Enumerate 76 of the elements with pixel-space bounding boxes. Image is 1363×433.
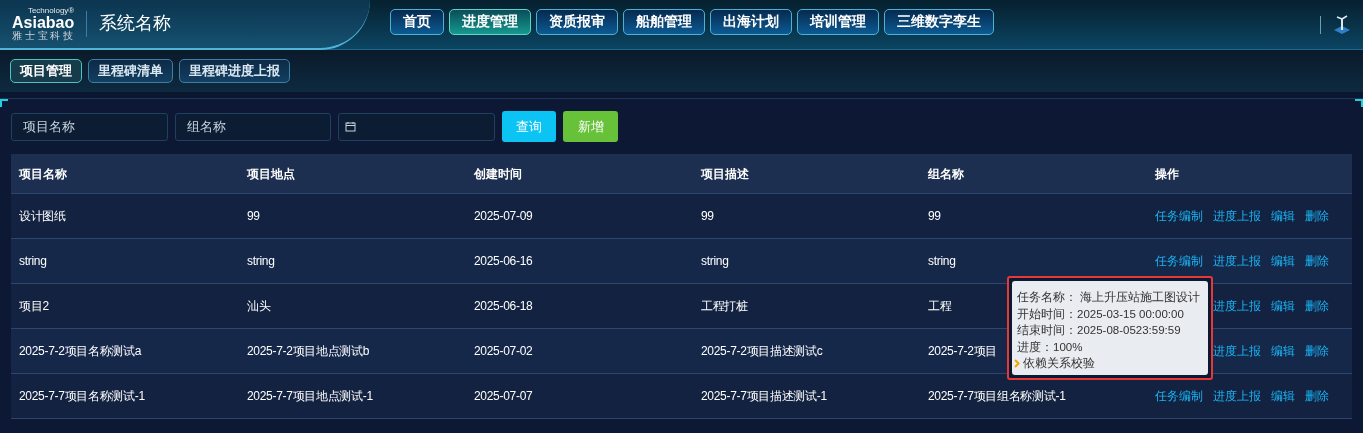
table-cell-text: 99: [247, 208, 260, 225]
table-cell-text: 2025-07-07: [474, 388, 533, 405]
table-cell-text: 2025-7-7项目地点测试-1: [247, 388, 373, 405]
table-cell-text: 2025-06-18: [474, 298, 533, 315]
sub-tab[interactable]: 里程碑清单: [88, 59, 173, 83]
column-header: 项目描述: [700, 165, 750, 183]
system-name: 系统名称: [99, 12, 172, 35]
action-link[interactable]: 进度上报: [1213, 342, 1261, 360]
action-link[interactable]: 编辑: [1271, 207, 1295, 225]
nav-tab[interactable]: 船舶管理: [623, 8, 705, 35]
calendar-icon: [345, 121, 356, 132]
column-header: 项目地点: [246, 165, 296, 183]
column-header: 操作: [1154, 165, 1180, 183]
table-cell-text: string: [928, 253, 956, 270]
table-cell-text: 2025-7-2项目: [928, 343, 998, 360]
nav-tab[interactable]: 三维数字孪生: [884, 8, 994, 35]
turbine-icon[interactable]: [1333, 14, 1351, 35]
table-cell-text: string: [247, 253, 275, 270]
logo-tagline: Technology®: [27, 6, 75, 15]
action-link[interactable]: 编辑: [1271, 342, 1295, 360]
corner-mark-icon: [1355, 99, 1363, 107]
column-header: 创建时间: [473, 165, 523, 183]
action-link[interactable]: 删除: [1305, 342, 1329, 360]
table-cell-text: 2025-7-7项目名称测试-1: [19, 388, 145, 405]
nav-tab[interactable]: 培训管理: [797, 8, 879, 35]
action-link[interactable]: 进度上报: [1213, 387, 1261, 405]
action-link[interactable]: 删除: [1305, 252, 1329, 270]
sub-tab[interactable]: 里程碑进度上报: [179, 59, 290, 83]
action-link[interactable]: 删除: [1305, 207, 1329, 225]
logo-brand: Asiabao: [12, 14, 75, 31]
table-cell-text: 2025-06-16: [474, 253, 533, 270]
tooltip-line: 开始时间：2025-03-15 00:00:00: [1017, 306, 1185, 322]
dependency-check-link[interactable]: 依赖关系校验: [1023, 355, 1095, 372]
action-link[interactable]: 删除: [1305, 297, 1329, 315]
nav-tab[interactable]: 进度管理: [449, 8, 531, 35]
chevron-icon: [1014, 358, 1020, 368]
action-link[interactable]: 任务编制: [1155, 252, 1203, 270]
table-cell-text: 工程打桩: [701, 298, 748, 315]
corner-mark-icon: [0, 99, 8, 107]
table-cell-text: 99: [701, 208, 714, 225]
nav-tab[interactable]: 首页: [390, 8, 444, 35]
tooltip-line: 结束时间：2025-08-0523:59:59: [1017, 323, 1182, 338]
table-cell-text: 2025-7-7项目描述测试-1: [701, 388, 827, 405]
table-cell-text: 2025-7-7项目组名称测试-1: [928, 388, 1066, 405]
action-link[interactable]: 任务编制: [1155, 207, 1203, 225]
table-cell-text: 2025-7-2项目描述测试c: [701, 343, 823, 360]
action-link[interactable]: 编辑: [1271, 252, 1295, 270]
logo-subtitle: 雅 士 宝 科 技: [12, 30, 74, 41]
column-header: 组名称: [927, 165, 965, 183]
table-cell-text: 2025-07-02: [474, 343, 533, 360]
tooltip-line: 任务名称： 海上升压站施工图设计: [1017, 290, 1202, 305]
action-link[interactable]: 进度上报: [1213, 297, 1261, 315]
action-link[interactable]: 编辑: [1271, 297, 1295, 315]
table-cell-text: 项目2: [19, 298, 49, 315]
sub-tab[interactable]: 项目管理: [10, 59, 82, 83]
action-link[interactable]: 进度上报: [1213, 207, 1261, 225]
action-link[interactable]: 编辑: [1271, 387, 1295, 405]
table-cell-text: string: [19, 253, 47, 270]
nav-tab[interactable]: 资质报审: [536, 8, 618, 35]
date-field[interactable]: [338, 112, 495, 141]
table-cell-text: 2025-7-2项目名称测试a: [19, 343, 142, 360]
column-header: 项目名称: [18, 165, 68, 183]
nav-tab[interactable]: 出海计划: [710, 8, 792, 35]
table-cell-text: 2025-07-09: [474, 208, 533, 225]
project-name-field[interactable]: 项目名称: [11, 112, 168, 141]
table-cell-text: 99: [928, 208, 941, 225]
action-link[interactable]: 任务编制: [1155, 387, 1203, 405]
table-cell-text: 2025-7-2项目地点测试b: [247, 343, 370, 360]
tooltip-line: 进度：100%: [1017, 339, 1084, 355]
group-name-field[interactable]: 组名称: [175, 112, 331, 141]
action-link[interactable]: 删除: [1305, 387, 1329, 405]
table-cell-text: 工程: [928, 298, 952, 315]
table-cell-text: 汕头: [247, 298, 271, 315]
table-cell-text: 设计图纸: [19, 208, 66, 225]
action-link[interactable]: 进度上报: [1213, 252, 1261, 270]
table-cell-text: string: [701, 253, 729, 270]
